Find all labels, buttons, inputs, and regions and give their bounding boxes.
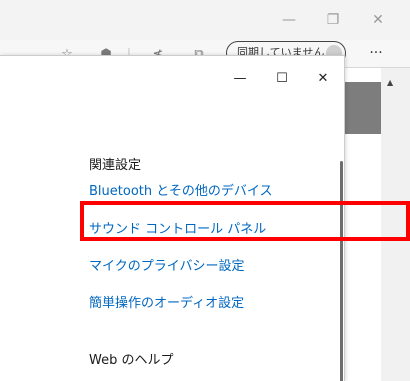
browser-titlebar: — ❐ ✕ [0,0,410,40]
settings-window: — ☐ ✕ 関連設定 Bluetooth とその他のデバイス サウンド コントロ… [0,55,345,381]
related-settings-heading: 関連設定 [89,158,142,173]
browser-restore-button[interactable]: ❐ [315,8,351,32]
page-image-block [345,82,381,134]
browser-close-button[interactable]: ✕ [360,8,396,32]
bluetooth-devices-link[interactable]: Bluetooth とその他のデバイス [89,180,272,199]
browser-page-content: ▲ [345,68,410,381]
accessibility-audio-settings-link[interactable]: 簡単操作のオーディオ設定 [89,292,244,311]
web-help-heading: Web のヘルプ [89,353,174,368]
mic-privacy-settings-link[interactable]: マイクのプライバシー設定 [89,255,244,274]
browser-minimize-button[interactable]: — [271,8,307,32]
settings-minimize-button[interactable]: — [226,68,254,88]
scroll-up-arrow-icon[interactable]: ▲ [387,78,393,87]
sound-control-panel-link[interactable]: サウンド コントロール パネル [89,218,266,237]
more-options-button[interactable]: ··· [361,42,391,64]
settings-scrollbar[interactable] [340,161,343,381]
page-scrollbar[interactable]: ▲ [381,68,410,381]
settings-close-button[interactable]: ✕ [309,68,337,88]
settings-maximize-button[interactable]: ☐ [268,68,296,88]
